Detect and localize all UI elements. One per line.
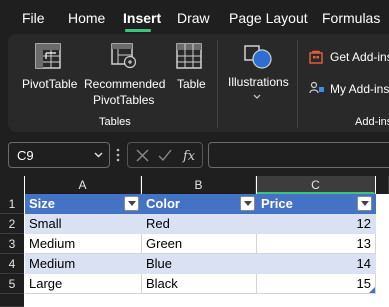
table-icon — [176, 43, 202, 69]
chevron-down-icon — [253, 94, 261, 99]
tab-draw[interactable]: Draw — [177, 10, 210, 26]
table-cell[interactable]: Medium — [25, 254, 142, 274]
chevron-down-icon — [94, 152, 103, 158]
table-cell[interactable]: Small — [25, 214, 142, 234]
recommended-label-line1: Recommended — [84, 77, 166, 91]
table-cell[interactable]: Medium — [25, 234, 142, 254]
column-header-b[interactable]: B — [142, 176, 256, 194]
svg-text:fx: fx — [182, 149, 196, 163]
ribbon-separator — [217, 40, 218, 128]
name-box[interactable]: C9 — [8, 142, 110, 168]
tab-file[interactable]: File — [22, 10, 45, 26]
column-header-d[interactable] — [376, 176, 389, 194]
illustrations-icon — [244, 45, 272, 69]
formula-input[interactable] — [208, 142, 389, 168]
tab-formulas[interactable]: Formulas — [322, 10, 380, 26]
dropdown-arrow-icon — [244, 201, 252, 206]
formula-actions: fx — [127, 142, 203, 168]
insert-function-icon[interactable]: fx — [182, 147, 198, 163]
table-cell[interactable]: Red — [142, 214, 257, 234]
addins-group-label: Add-ins — [355, 116, 389, 128]
dropdown-arrow-icon — [128, 201, 136, 206]
my-addins-icon — [309, 81, 324, 94]
row-header-6[interactable] — [0, 294, 24, 307]
dropdown-arrow-icon — [361, 201, 369, 206]
recommended-label-line2: PivotTables — [93, 93, 155, 107]
illustrations-label: Illustrations — [228, 75, 289, 89]
ribbon-separator — [297, 40, 298, 128]
cancel-icon[interactable] — [136, 149, 149, 162]
select-all-corner[interactable] — [0, 176, 24, 194]
column-header-c[interactable]: C — [257, 176, 375, 194]
row-header-5[interactable]: 5 — [0, 274, 24, 294]
table-cell[interactable]: Black — [142, 274, 257, 294]
more-options-icon[interactable] — [116, 147, 120, 163]
get-addins-label: Get Add-ins — [330, 50, 389, 64]
table-cell[interactable]: 15 — [257, 274, 376, 294]
tab-home[interactable]: Home — [68, 10, 105, 26]
table-cell[interactable]: 14 — [257, 254, 376, 274]
pivot-table-label: PivotTable — [22, 77, 78, 91]
my-addins-label: My Add-ins — [330, 82, 389, 96]
row-header-4[interactable]: 4 — [0, 254, 24, 274]
table-resize-handle-icon[interactable] — [369, 287, 375, 293]
menu-tab-bar: File Home Insert Draw Page Layout Formul… — [0, 0, 389, 34]
pivot-table-icon — [35, 43, 61, 69]
tables-group-label: Tables — [99, 116, 131, 128]
row-header-3[interactable]: 3 — [0, 234, 24, 254]
filter-dropdown-color[interactable] — [240, 196, 255, 211]
tab-insert[interactable]: Insert — [123, 10, 161, 26]
enter-check-icon[interactable] — [158, 149, 172, 162]
filter-dropdown-size[interactable] — [124, 196, 139, 211]
filter-dropdown-price[interactable] — [357, 196, 372, 211]
name-box-value: C9 — [17, 148, 34, 163]
table-cell[interactable]: Blue — [142, 254, 257, 274]
table-cell[interactable]: 13 — [257, 234, 376, 254]
column-header-a[interactable]: A — [25, 176, 141, 194]
table-label: Table — [177, 77, 206, 91]
store-icon — [309, 50, 323, 64]
table-cell[interactable]: Green — [142, 234, 257, 254]
table-cell[interactable]: Large — [25, 274, 142, 294]
table-cell[interactable]: 12 — [257, 214, 376, 234]
row-header-1[interactable]: 1 — [0, 194, 24, 214]
row-header-2[interactable]: 2 — [0, 214, 24, 234]
active-tab-indicator — [125, 29, 151, 32]
tab-page-layout[interactable]: Page Layout — [229, 10, 308, 26]
recommended-pivot-tables-icon — [111, 43, 137, 69]
